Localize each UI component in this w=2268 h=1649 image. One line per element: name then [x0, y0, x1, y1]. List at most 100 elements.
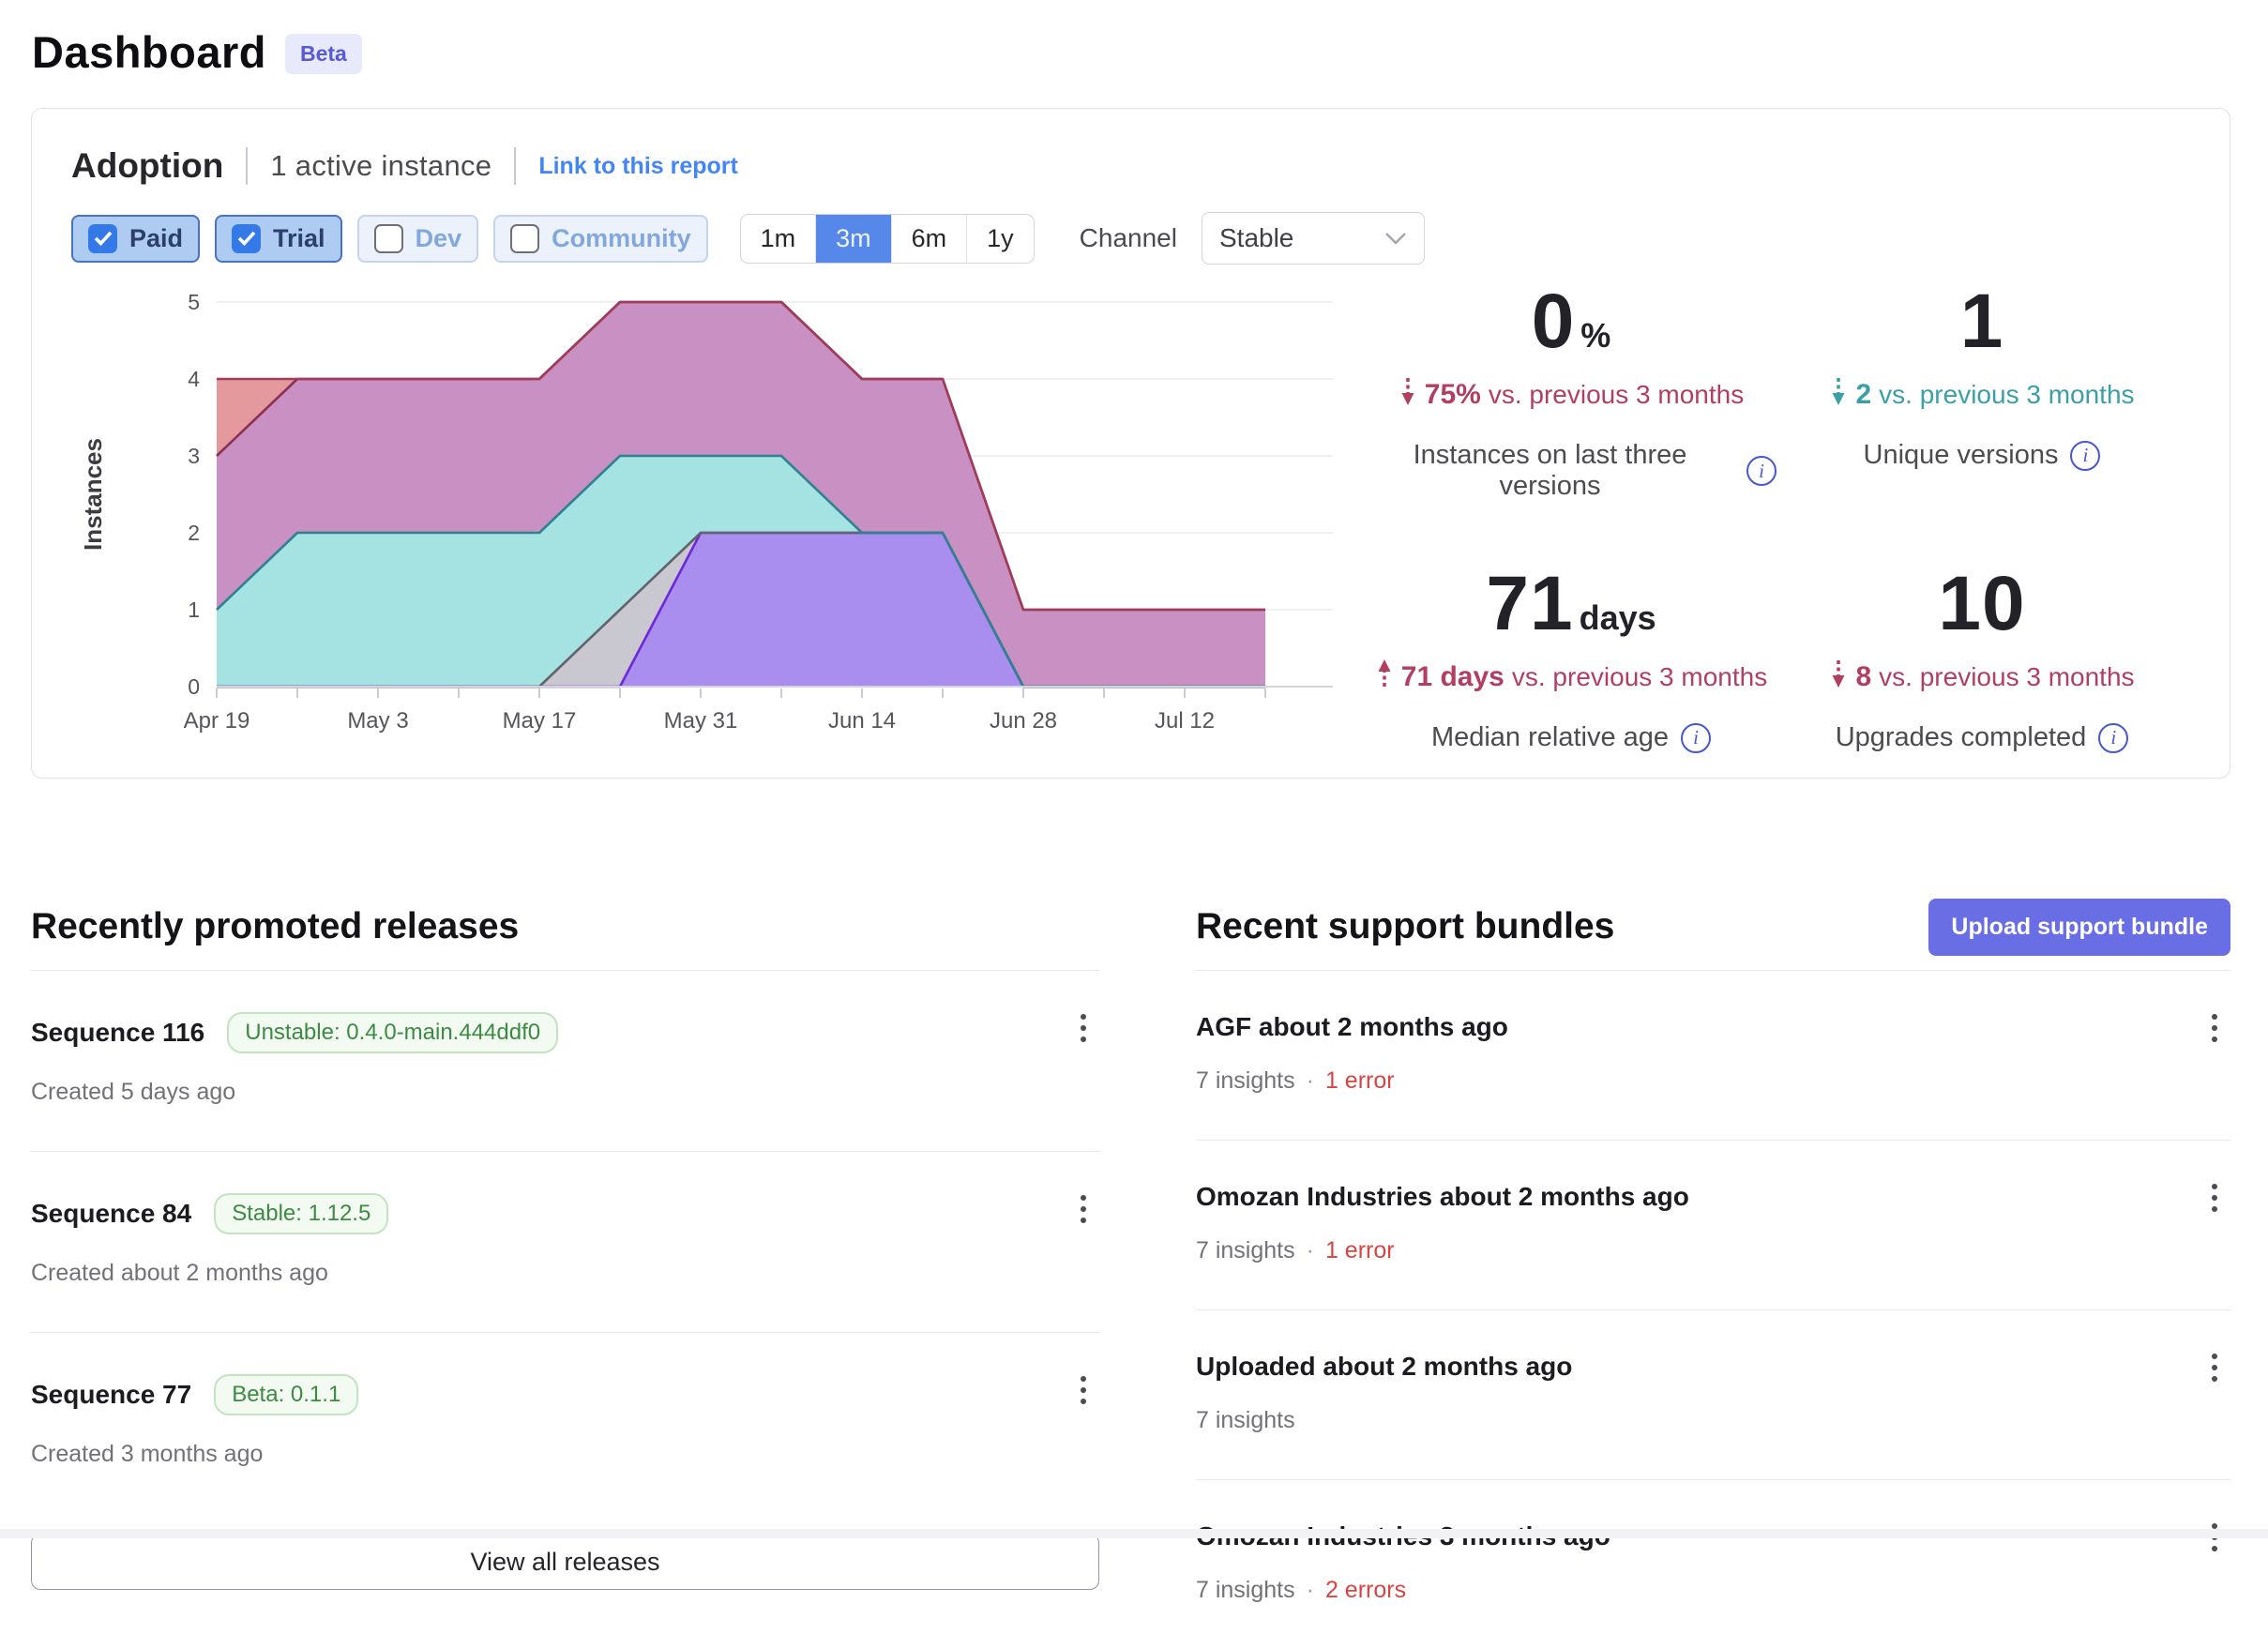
check-icon [237, 231, 256, 246]
stat-delta-value: 8 [1855, 661, 1871, 693]
support-bundle-list-item[interactable]: Omozan Industries 3 months ago 7 insight… [1196, 1479, 2230, 1649]
releases-heading: Recently promoted releases [31, 906, 519, 947]
license-filter-community[interactable]: Community [493, 215, 708, 263]
support-bundle-list-item[interactable]: AGF about 2 months ago 7 insights · 1 er… [1196, 970, 2230, 1140]
kebab-menu-icon[interactable] [2206, 1348, 2223, 1387]
license-filter-dev[interactable]: Dev [357, 215, 479, 263]
range-button-3m[interactable]: 3m [816, 215, 892, 263]
kebab-menu-icon[interactable] [1075, 1008, 1092, 1048]
license-filter-paid[interactable]: Paid [71, 215, 200, 263]
checkbox-icon [510, 224, 539, 253]
time-range-group: 1m3m6m1y [740, 214, 1035, 264]
divider [514, 147, 516, 185]
adoption-stats-grid: 0% 75% vs. previous 3 months Instances o… [1356, 274, 2187, 753]
active-instance-count: 1 active instance [270, 149, 491, 183]
stat-value: 71 [1486, 561, 1573, 646]
filter-label: Dev [416, 224, 462, 253]
release-list-item[interactable]: Sequence 77 Beta: 0.1.1 Created 3 months… [31, 1332, 1099, 1513]
release-list-item[interactable]: Sequence 84 Stable: 1.12.5 Created about… [31, 1151, 1099, 1332]
kebab-menu-icon[interactable] [1075, 1370, 1092, 1410]
info-icon[interactable]: i [1746, 456, 1777, 486]
svg-text:Jun 14: Jun 14 [828, 708, 896, 734]
stat-delta: 75% vs. previous 3 months [1366, 375, 1777, 414]
trend-arrow-icon [1375, 658, 1394, 696]
beta-badge: Beta [285, 34, 362, 74]
range-button-6m[interactable]: 6m [892, 215, 968, 263]
stat-card: 0% 75% vs. previous 3 months Instances o… [1366, 278, 1777, 502]
support-bundle-list-item[interactable]: Uploaded about 2 months ago 7 insights [1196, 1309, 2230, 1479]
svg-text:4: 4 [188, 367, 200, 391]
dot-separator: · [1307, 1067, 1314, 1095]
bundle-error-count: 1 error [1325, 1067, 1395, 1095]
page-header: Dashboard Beta [0, 0, 2268, 78]
stat-value: 10 [1938, 561, 2025, 646]
info-icon[interactable]: i [1681, 723, 1711, 753]
kebab-menu-icon[interactable] [2206, 1008, 2223, 1048]
release-created-date: Created 5 days ago [31, 1079, 1099, 1106]
page-title: Dashboard [32, 26, 266, 78]
stat-value: 1 [1960, 279, 2004, 364]
svg-text:Apr 19: Apr 19 [184, 708, 250, 734]
kebab-menu-icon[interactable] [1075, 1189, 1092, 1229]
release-version-badge: Stable: 1.12.5 [214, 1193, 388, 1234]
stat-delta: 71 days vs. previous 3 months [1366, 658, 1777, 696]
channel-select-value: Stable [1219, 223, 1293, 253]
svg-text:May 31: May 31 [664, 708, 738, 734]
svg-text:Jul 12: Jul 12 [1155, 708, 1215, 734]
bundle-error-count: 2 errors [1325, 1577, 1406, 1604]
info-icon[interactable]: i [2070, 441, 2100, 471]
svg-text:3: 3 [188, 444, 200, 468]
filter-label: Trial [273, 224, 325, 253]
stat-delta-value: 2 [1855, 379, 1871, 411]
license-filter-trial[interactable]: Trial [215, 215, 342, 263]
release-list: Sequence 116 Unstable: 0.4.0-main.444ddf… [31, 970, 1099, 1513]
stat-label: Instances on last three versions [1366, 440, 1734, 502]
support-bundle-title: Omozan Industries about 2 months ago [1196, 1182, 1689, 1212]
trend-arrow-icon [1829, 375, 1848, 414]
svg-text:May 17: May 17 [503, 708, 577, 734]
range-button-1y[interactable]: 1y [967, 215, 1034, 263]
kebab-menu-icon[interactable] [2206, 1178, 2223, 1218]
instances-area-chart[interactable]: Apr 19 May 3 May 17 May 31 Jun 14 Jun 28 Jul 1… [71, 274, 1356, 752]
release-created-date: Created 3 months ago [31, 1441, 1099, 1468]
bundle-insights-count: 7 insights [1196, 1407, 1295, 1434]
checkbox-icon [88, 224, 117, 253]
info-icon[interactable]: i [2098, 723, 2128, 753]
stat-delta-note: vs. previous 3 months [1879, 662, 2134, 692]
release-version-badge: Beta: 0.1.1 [214, 1374, 358, 1415]
stat-card: 71days 71 days vs. previous 3 months Med… [1366, 560, 1777, 753]
range-button-1m[interactable]: 1m [741, 215, 817, 263]
adoption-card-header: Adoption 1 active instance Link to this … [71, 146, 2187, 186]
release-list-item[interactable]: Sequence 116 Unstable: 0.4.0-main.444ddf… [31, 970, 1099, 1151]
adoption-content: Apr 19 May 3 May 17 May 31 Jun 14 Jun 28 Jul 1… [71, 274, 2187, 753]
checkbox-icon [232, 224, 261, 253]
channel-select[interactable]: Stable [1202, 212, 1425, 265]
release-sequence-title: Sequence 116 [31, 1018, 204, 1048]
stat-card: 1 2 vs. previous 3 months Unique version… [1777, 278, 2187, 502]
checkbox-icon [374, 224, 403, 253]
stat-delta-note: vs. previous 3 months [1879, 380, 2134, 410]
stat-card: 10 8 vs. previous 3 months Upgrades comp… [1777, 560, 2187, 753]
stat-delta-note: vs. previous 3 months [1489, 380, 1744, 410]
bundle-insights-count: 7 insights [1196, 1577, 1295, 1604]
stat-label: Unique versions [1864, 440, 2059, 471]
bundle-insights-count: 7 insights [1196, 1237, 1295, 1264]
release-version-badge: Unstable: 0.4.0-main.444ddf0 [227, 1012, 558, 1053]
support-bundle-list-item[interactable]: Omozan Industries about 2 months ago 7 i… [1196, 1140, 2230, 1309]
dot-separator: · [1307, 1237, 1314, 1264]
release-created-date: Created about 2 months ago [31, 1260, 1099, 1287]
support-bundles-heading: Recent support bundles [1196, 906, 1614, 947]
svg-text:May 3: May 3 [347, 708, 408, 734]
trend-arrow-icon [1829, 658, 1848, 696]
stat-delta-value: 75% [1425, 379, 1481, 411]
stat-value-suffix: % [1580, 316, 1610, 355]
svg-text:Jun 28: Jun 28 [990, 708, 1057, 734]
svg-text:0: 0 [188, 674, 200, 699]
filter-label: Community [552, 224, 691, 253]
link-to-report[interactable]: Link to this report [538, 153, 738, 180]
stat-label: Median relative age [1431, 722, 1669, 753]
svg-text:1: 1 [188, 598, 200, 622]
upload-support-bundle-button[interactable]: Upload support bundle [1928, 899, 2230, 956]
divider [246, 147, 248, 185]
view-all-releases-button[interactable]: View all releases [31, 1534, 1099, 1590]
